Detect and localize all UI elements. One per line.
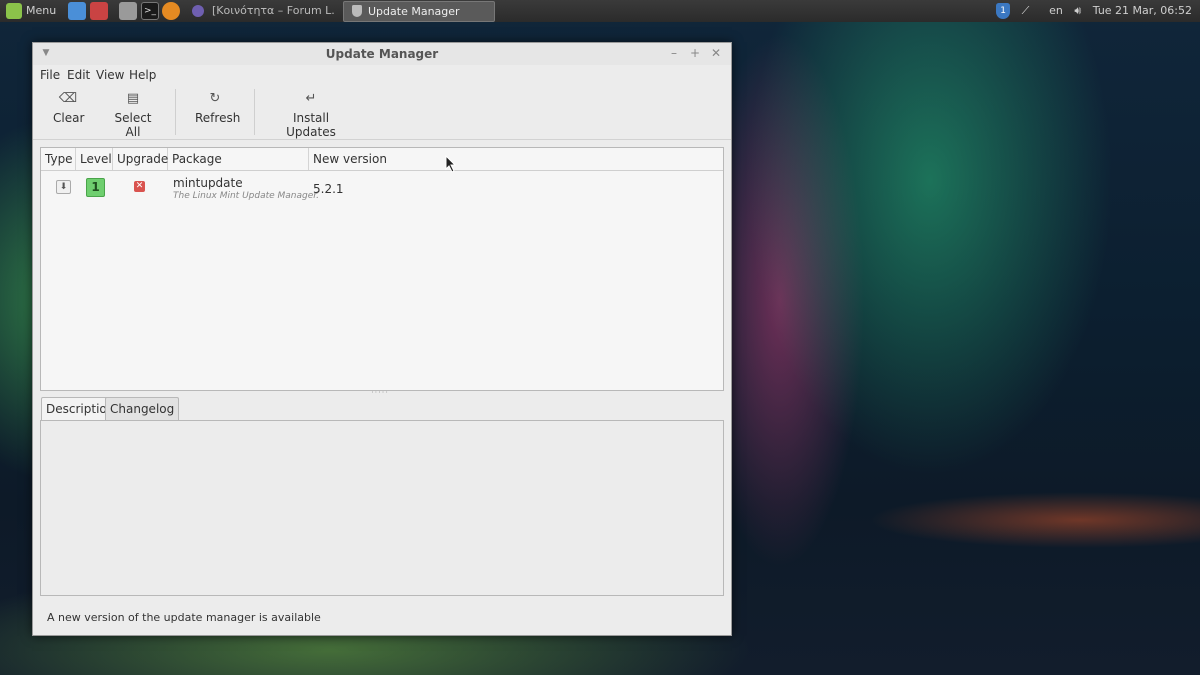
clock[interactable]: Tue 21 Mar, 06:52 xyxy=(1093,3,1192,19)
clear-label: Clear xyxy=(53,111,85,125)
description-panel xyxy=(40,420,724,596)
toolbar-separator xyxy=(254,89,255,135)
menu-label: Menu xyxy=(26,4,57,17)
list-header: Type Level Upgrade Package New version xyxy=(41,148,723,171)
network-icon[interactable]: ⟋ xyxy=(1022,3,1038,19)
level-badge: 1 xyxy=(86,178,105,197)
pane-resize-handle[interactable]: ····· xyxy=(365,389,395,397)
maximize-icon[interactable]: + xyxy=(688,46,702,60)
taskbar-item-label: Update Manager xyxy=(368,5,460,18)
system-tray: 1 ⟋ en 🔊︎ Tue 21 Mar, 06:52 xyxy=(988,3,1192,19)
select-all-label: Select All xyxy=(114,111,152,139)
close-icon[interactable]: ✕ xyxy=(709,46,723,60)
mouse-cursor-icon xyxy=(445,155,457,173)
minimize-icon[interactable]: – xyxy=(667,46,681,60)
menu-button[interactable]: Menu xyxy=(6,3,56,19)
shield-icon xyxy=(352,5,362,17)
package-name: mintupdate xyxy=(173,176,243,190)
taskbar-item-label: [Κοινότητα – Forum L... xyxy=(212,4,334,17)
update-manager-window: ▼ Update Manager – + ✕ File Edit View He… xyxy=(32,42,732,636)
toolbar: ⌫ Clear ▤ Select All ↻ Refresh ↵ Install… xyxy=(33,87,731,140)
browser-tab-icon xyxy=(192,5,204,17)
clear-button[interactable]: ⌫ Clear xyxy=(53,91,85,135)
select-all-button[interactable]: ▤ Select All xyxy=(109,91,157,139)
column-upgrade[interactable]: Upgrade xyxy=(113,148,168,170)
install-updates-button[interactable]: ↵ Install Updates xyxy=(273,91,349,139)
files-launcher-icon[interactable] xyxy=(119,2,137,20)
column-level[interactable]: Level xyxy=(76,148,113,170)
update-row[interactable]: ⬇ 1 ✕ mintupdate The Linux Mint Update M… xyxy=(41,171,723,205)
toolbar-separator xyxy=(175,89,176,135)
software-launcher-icon[interactable] xyxy=(90,2,108,20)
tab-changelog[interactable]: Changelog xyxy=(105,397,180,420)
column-new-version[interactable]: New version xyxy=(309,148,723,170)
taskbar-item-update-manager[interactable]: Update Manager xyxy=(343,1,495,22)
enter-icon: ↵ xyxy=(305,91,317,106)
window-title: Update Manager xyxy=(325,47,439,61)
menu-view[interactable]: View xyxy=(96,68,124,82)
menu-bar: File Edit View Help xyxy=(33,65,731,85)
browser-launcher-icon[interactable] xyxy=(68,2,86,20)
status-message: A new version of the update manager is a… xyxy=(47,611,321,624)
package-update-icon: ⬇ xyxy=(56,180,71,194)
refresh-button[interactable]: ↻ Refresh xyxy=(195,91,240,135)
mint-logo-icon xyxy=(6,3,22,19)
terminal-launcher-icon[interactable]: >_ xyxy=(141,2,159,20)
top-panel: Menu >_ [Κοινότητα – Forum L... Update M… xyxy=(0,0,1200,22)
menu-edit[interactable]: Edit xyxy=(67,68,90,82)
menu-help[interactable]: Help xyxy=(129,68,156,82)
package-new-version: 5.2.1 xyxy=(313,182,344,196)
keyboard-layout[interactable]: en xyxy=(1049,3,1063,19)
title-bar[interactable]: ▼ Update Manager – + ✕ xyxy=(33,43,731,65)
updates-list[interactable]: Type Level Upgrade Package New version ⬇… xyxy=(40,147,724,391)
column-type[interactable]: Type xyxy=(41,148,76,170)
column-package[interactable]: Package xyxy=(168,148,309,170)
upgrade-checkbox-unchecked-icon[interactable]: ✕ xyxy=(134,181,145,192)
refresh-label: Refresh xyxy=(195,111,241,125)
update-shield-icon[interactable]: 1 xyxy=(996,3,1011,19)
menu-file[interactable]: File xyxy=(40,68,60,82)
document-icon: ▤ xyxy=(126,91,140,106)
backspace-icon: ⌫ xyxy=(58,91,78,106)
firefox-launcher-icon[interactable] xyxy=(162,2,180,20)
refresh-icon: ↻ xyxy=(209,91,221,106)
volume-icon[interactable]: 🔊︎ xyxy=(1074,3,1081,19)
package-description: The Linux Mint Update Manager. xyxy=(173,191,320,201)
taskbar-item-forum[interactable]: [Κοινότητα – Forum L... xyxy=(192,2,334,20)
install-updates-label: Install Updates xyxy=(286,111,336,139)
